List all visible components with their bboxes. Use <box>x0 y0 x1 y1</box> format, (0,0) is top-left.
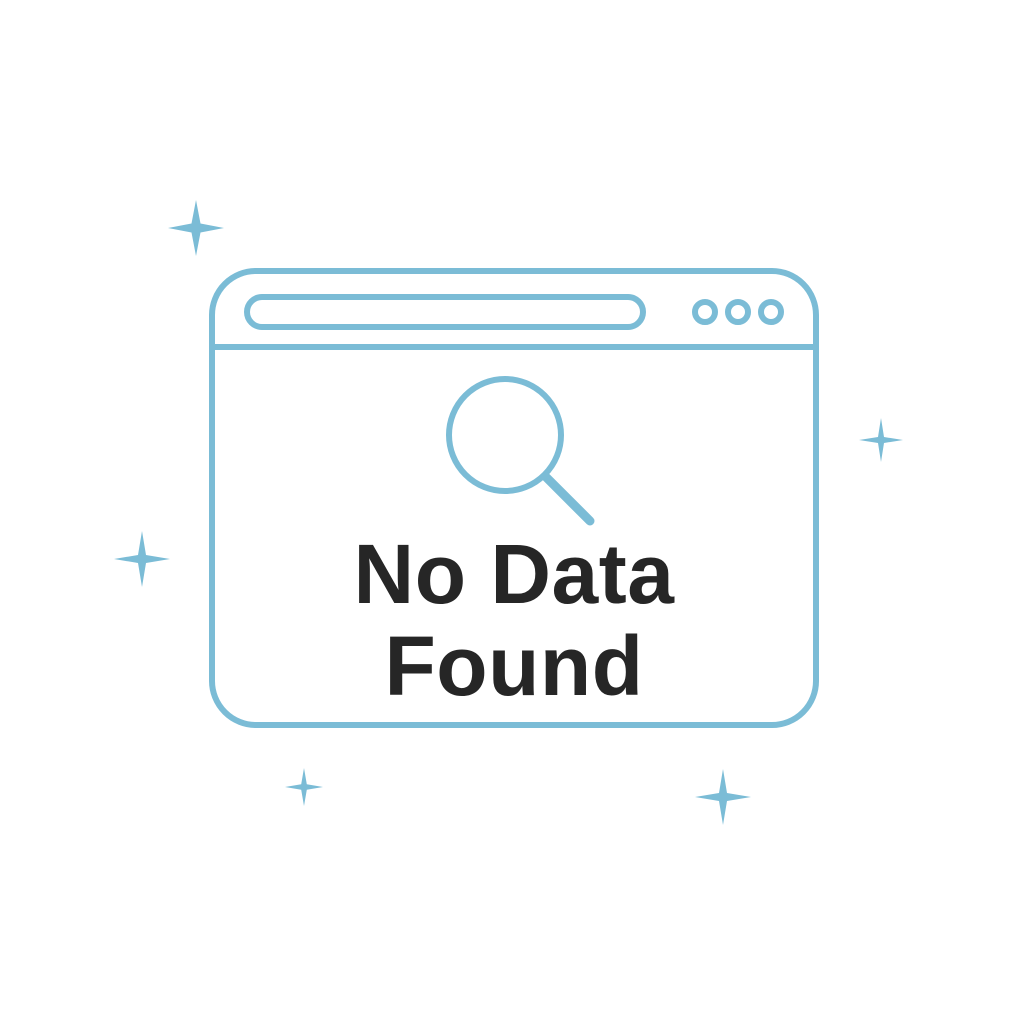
window-dots-icon <box>692 299 784 325</box>
empty-state-title: No Data Found <box>212 528 816 712</box>
empty-state-title-line-1: No Data <box>353 527 675 621</box>
empty-state-illustration: No Data Found <box>0 0 1024 1024</box>
sparkle-icon <box>168 200 224 256</box>
illustration-canvas <box>114 200 903 825</box>
sparkle-icon <box>285 768 323 806</box>
sparkle-icon <box>859 418 903 462</box>
sparkle-icon <box>695 769 751 825</box>
address-bar <box>244 294 646 330</box>
empty-state-title-line-2: Found <box>384 619 644 713</box>
sparkle-icon <box>114 531 170 587</box>
magnifying-glass-icon <box>446 376 595 526</box>
